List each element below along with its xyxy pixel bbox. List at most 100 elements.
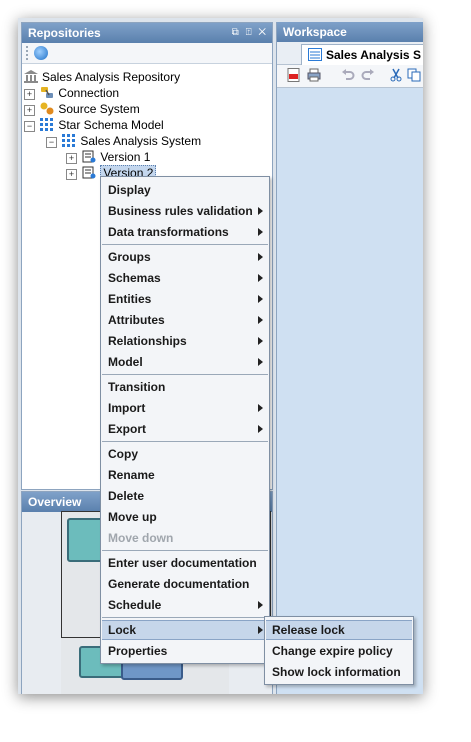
submenu-arrow-icon — [258, 626, 263, 634]
pdf-icon[interactable] — [287, 68, 301, 82]
menu-label: Lock — [108, 623, 137, 637]
menu-item-attributes[interactable]: Attributes — [102, 310, 268, 330]
menu-label: Schedule — [108, 598, 162, 612]
redo-icon[interactable] — [361, 68, 375, 82]
toolbar-grip-icon[interactable] — [26, 46, 30, 60]
menu-label: Change expire policy — [272, 644, 393, 658]
menu-label: Rename — [108, 468, 155, 482]
source-system-icon — [40, 102, 54, 115]
tree-label: Version 1 — [100, 150, 151, 164]
menu-separator — [102, 617, 268, 618]
menu-label: Model — [108, 355, 143, 369]
repository-icon — [24, 70, 38, 83]
submenu-arrow-icon — [258, 228, 263, 236]
menu-label: Schemas — [108, 271, 161, 285]
workspace-tabstrip: Sales Analysis S — [277, 42, 423, 65]
menu-label: Display — [108, 183, 151, 197]
menu-label: Entities — [108, 292, 152, 306]
menu-item-entities[interactable]: Entities — [102, 289, 268, 309]
menu-item-enter-user-documentation[interactable]: Enter user documentation — [102, 553, 268, 573]
menu-label: Attributes — [108, 313, 165, 327]
repositories-toolbar — [22, 43, 272, 64]
tab-sales-analysis[interactable]: Sales Analysis S — [301, 44, 423, 65]
submenu-item-show-lock-information[interactable]: Show lock information — [266, 662, 412, 682]
menu-item-move-down: Move down — [102, 528, 268, 548]
menu-label: Groups — [108, 250, 151, 264]
tree-item-source-system[interactable]: + Source System — [24, 101, 140, 117]
submenu-arrow-icon — [258, 425, 263, 433]
context-menu: Display Business rules validation Data t… — [100, 176, 270, 664]
tree-label: Connection — [58, 86, 120, 100]
copy-icon[interactable] — [407, 68, 421, 82]
menu-label: Properties — [108, 644, 168, 658]
submenu-arrow-icon — [258, 358, 263, 366]
menu-item-transition[interactable]: Transition — [102, 377, 268, 397]
system-icon — [62, 134, 76, 147]
menu-label: Import — [108, 401, 146, 415]
cut-icon[interactable] — [389, 68, 403, 82]
menu-separator — [102, 244, 268, 245]
tree-label: Sales Analysis System — [80, 134, 202, 148]
overview-title: Overview — [28, 495, 82, 509]
tree-item-version-1[interactable]: + Version 1 — [66, 149, 150, 165]
tree-item-sales-analysis-system[interactable]: − Sales Analysis System — [46, 133, 201, 149]
menu-label: Delete — [108, 489, 145, 503]
collapse-icon[interactable]: − — [24, 121, 35, 132]
print-icon[interactable] — [307, 68, 321, 82]
panel-controls[interactable]: ⧉ ⍐ ✕ — [232, 23, 268, 43]
menu-item-groups[interactable]: Groups — [102, 247, 268, 267]
menu-item-properties[interactable]: Properties — [102, 641, 268, 661]
tree-item-repository[interactable]: Sales Analysis Repository — [24, 69, 180, 85]
menu-item-lock[interactable]: Lock — [102, 620, 268, 640]
menu-label: Enter user documentation — [108, 556, 257, 570]
menu-item-import[interactable]: Import — [102, 398, 268, 418]
submenu-arrow-icon — [258, 274, 263, 282]
workspace-toolbar — [277, 65, 423, 88]
collapse-icon[interactable]: − — [46, 137, 57, 148]
submenu-arrow-icon — [258, 316, 263, 324]
version-icon — [82, 150, 96, 163]
menu-label: Release lock — [272, 623, 345, 637]
undo-icon[interactable] — [341, 68, 355, 82]
expand-icon[interactable]: + — [24, 105, 35, 116]
menu-label: Move up — [108, 510, 157, 524]
tree-item-star-schema-model[interactable]: − Star Schema Model — [24, 117, 164, 133]
menu-separator — [102, 441, 268, 442]
menu-item-schedule[interactable]: Schedule — [102, 595, 268, 615]
menu-label: Data transformations — [108, 225, 229, 239]
repositories-title: Repositories — [28, 26, 101, 40]
menu-item-business-rules-validation[interactable]: Business rules validation — [102, 201, 268, 221]
workspace-header: Workspace — [277, 22, 423, 42]
repositories-header: Repositories ⧉ ⍐ ✕ — [22, 23, 272, 43]
menu-label: Copy — [108, 447, 138, 461]
submenu-item-release-lock[interactable]: Release lock — [266, 620, 412, 640]
tree-item-connection[interactable]: + Connection — [24, 85, 119, 101]
menu-label: Generate documentation — [108, 577, 250, 591]
workspace-panel: Workspace Sales Analysis S — [276, 22, 423, 694]
expand-icon[interactable]: + — [24, 89, 35, 100]
menu-label: Export — [108, 422, 147, 436]
tree-label: Source System — [58, 102, 140, 116]
menu-item-model[interactable]: Model — [102, 352, 268, 372]
submenu-arrow-icon — [258, 337, 263, 345]
menu-item-move-up[interactable]: Move up — [102, 507, 268, 527]
expand-icon[interactable]: + — [66, 153, 77, 164]
menu-item-display[interactable]: Display — [102, 180, 268, 200]
menu-separator — [102, 374, 268, 375]
menu-item-schemas[interactable]: Schemas — [102, 268, 268, 288]
workspace-title: Workspace — [283, 25, 347, 39]
submenu-arrow-icon — [258, 601, 263, 609]
submenu-item-change-expire-policy[interactable]: Change expire policy — [266, 641, 412, 661]
menu-item-relationships[interactable]: Relationships — [102, 331, 268, 351]
menu-item-rename[interactable]: Rename — [102, 465, 268, 485]
menu-item-copy[interactable]: Copy — [102, 444, 268, 464]
menu-item-delete[interactable]: Delete — [102, 486, 268, 506]
diagram-icon — [308, 48, 322, 61]
refresh-icon[interactable] — [34, 46, 48, 60]
menu-item-data-transformations[interactable]: Data transformations — [102, 222, 268, 242]
menu-item-generate-documentation[interactable]: Generate documentation — [102, 574, 268, 594]
menu-item-export[interactable]: Export — [102, 419, 268, 439]
submenu-arrow-icon — [258, 404, 263, 412]
connection-icon — [41, 87, 54, 98]
expand-icon[interactable]: + — [66, 169, 77, 180]
